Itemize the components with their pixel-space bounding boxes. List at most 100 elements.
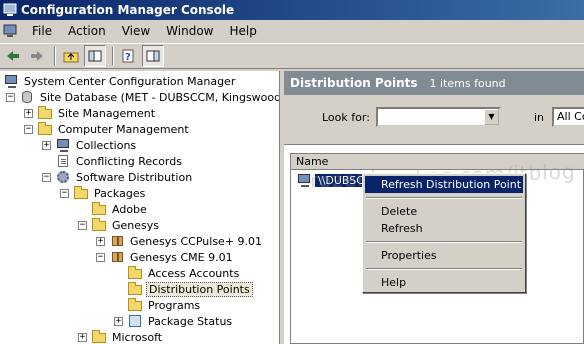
tree-item-site-database[interactable]: − Site Database (MET - DUBSCCM, Kingswoo… — [6, 89, 280, 105]
console-tree[interactable]: System Center Configuration Manager − Si… — [0, 71, 280, 344]
tree-item-label: Collections — [76, 138, 137, 152]
forward-arrow-icon[interactable] — [26, 45, 48, 67]
menu-window[interactable]: Window — [158, 24, 221, 38]
document-icon — [55, 154, 71, 168]
results-header: Distribution Points 1 items found — [284, 71, 584, 95]
tree-item-programs[interactable]: Programs — [114, 297, 202, 313]
collections-icon — [55, 138, 71, 152]
menu-item-delete[interactable]: Delete — [365, 203, 523, 220]
tree-item-label: Access Accounts — [148, 266, 240, 280]
tree-item-microsoft[interactable]: + Microsoft — [78, 329, 164, 344]
look-for-label: Look for: — [322, 111, 370, 124]
gear-icon — [55, 170, 71, 184]
menu-item-help[interactable]: Help — [365, 274, 523, 291]
tree-item-conflicting-records[interactable]: Conflicting Records — [42, 153, 184, 169]
tree-item-access-accounts[interactable]: Access Accounts — [114, 265, 241, 281]
results-count: 1 items found — [429, 76, 506, 90]
tree-item-system-center[interactable]: System Center Configuration Manager — [3, 73, 237, 89]
package-folder-icon — [91, 202, 107, 216]
toolbar: ? — [0, 43, 584, 69]
look-for-input[interactable]: ▼ — [376, 107, 501, 127]
in-select[interactable]: All Co — [552, 107, 584, 127]
tree-item-label: Adobe — [112, 202, 147, 216]
package-folder-icon — [91, 330, 107, 344]
svg-text:?: ? — [125, 52, 131, 63]
folder-icon — [37, 106, 53, 120]
package-icon — [109, 234, 125, 248]
window-title: Configuration Manager Console — [21, 3, 235, 17]
menu-action[interactable]: Action — [60, 24, 114, 38]
tree-item-label: Computer Management — [58, 122, 189, 136]
tree-item-label: Microsoft — [112, 330, 163, 344]
toolbar-separator — [54, 47, 56, 65]
dropdown-arrow-icon[interactable]: ▼ — [484, 109, 499, 125]
folder-icon — [73, 186, 89, 200]
expand-toggle[interactable]: + — [42, 140, 51, 150]
column-header-name[interactable]: Name — [291, 154, 584, 170]
tree-item-label: Genesys CME 9.01 — [130, 250, 233, 264]
expand-toggle[interactable]: + — [96, 236, 105, 246]
tree-item-label: Genesys CCPulse+ 9.01 — [130, 234, 263, 248]
collapse-toggle[interactable]: − — [60, 188, 69, 198]
results-title: Distribution Points — [290, 76, 418, 90]
tree-item-genesys-ccpulse[interactable]: + Genesys CCPulse+ 9.01 — [96, 233, 264, 249]
action-pane-icon[interactable] — [142, 45, 164, 67]
menu-separator — [366, 268, 522, 270]
distribution-point-icon — [296, 173, 312, 187]
collapse-toggle[interactable]: − — [24, 124, 33, 134]
tree-item-collections[interactable]: + Collections — [42, 137, 138, 153]
in-select-value: All Co — [557, 110, 584, 123]
context-menu: Refresh Distribution Point Delete Refres… — [362, 173, 526, 293]
menu-item-properties[interactable]: Properties — [365, 247, 523, 264]
tree-item-label: Package Status — [148, 314, 233, 328]
tree-item-genesys[interactable]: − Genesys — [78, 217, 161, 233]
tree-item-distribution-points[interactable]: Distribution Points — [114, 281, 253, 297]
tree-item-computer-management[interactable]: − Computer Management — [24, 121, 191, 137]
expand-toggle[interactable]: + — [114, 316, 123, 326]
tree-item-label: Site Management — [58, 106, 156, 120]
computer-icon — [3, 74, 19, 88]
tree-item-label: Site Database (MET - DUBSCCM, Kingswood) — [40, 90, 280, 104]
tree-item-label: System Center Configuration Manager — [24, 74, 236, 88]
tree-item-label: Packages — [94, 186, 146, 200]
collapse-toggle[interactable]: − — [96, 252, 105, 262]
tree-item-packages[interactable]: − Packages — [60, 185, 147, 201]
tree-item-genesys-cme[interactable]: − Genesys CME 9.01 — [96, 249, 235, 265]
tree-item-label: Programs — [148, 298, 201, 312]
menu-file[interactable]: File — [24, 24, 60, 38]
tree-item-label: Software Distribution — [76, 170, 193, 184]
tree-item-label: Conflicting Records — [76, 154, 182, 168]
expand-toggle[interactable]: + — [78, 332, 87, 342]
in-label: in — [534, 111, 545, 124]
collapse-toggle[interactable]: − — [6, 92, 15, 102]
folder-icon — [127, 266, 143, 280]
tree-item-adobe[interactable]: Adobe — [78, 201, 149, 217]
collapse-toggle[interactable]: − — [78, 220, 87, 230]
toolbar-separator — [112, 47, 114, 65]
system-menu-icon[interactable] — [2, 23, 18, 39]
title-bar: Configuration Manager Console — [0, 0, 584, 20]
menu-item-refresh[interactable]: Refresh — [365, 220, 523, 237]
tree-item-site-management[interactable]: + Site Management — [24, 105, 157, 121]
menu-view[interactable]: View — [114, 24, 158, 38]
show-hide-tree-icon[interactable] — [84, 45, 106, 67]
collapse-toggle[interactable]: − — [42, 172, 51, 182]
tree-item-package-status[interactable]: + Package Status — [114, 313, 234, 329]
menu-item-refresh-distribution-point[interactable]: Refresh Distribution Point — [365, 176, 523, 193]
tree-item-label: Distribution Points — [146, 281, 253, 297]
up-folder-icon[interactable] — [60, 45, 82, 67]
search-area: Look for: ▼ in All Co — [284, 95, 584, 145]
folder-icon — [127, 282, 143, 296]
tree-item-label: Genesys — [112, 218, 160, 232]
package-icon — [109, 250, 125, 264]
back-arrow-icon[interactable] — [2, 45, 24, 67]
configmgr-app-icon — [3, 3, 17, 17]
help-icon[interactable]: ? — [118, 45, 140, 67]
tree-item-software-distribution[interactable]: − Software Distribution — [42, 169, 194, 185]
package-folder-icon — [91, 218, 107, 232]
menu-separator — [366, 241, 522, 243]
menu-help[interactable]: Help — [222, 24, 265, 38]
status-icon — [127, 314, 143, 328]
expand-toggle[interactable]: + — [24, 108, 33, 118]
menu-bar: File Action View Window Help — [0, 20, 584, 42]
